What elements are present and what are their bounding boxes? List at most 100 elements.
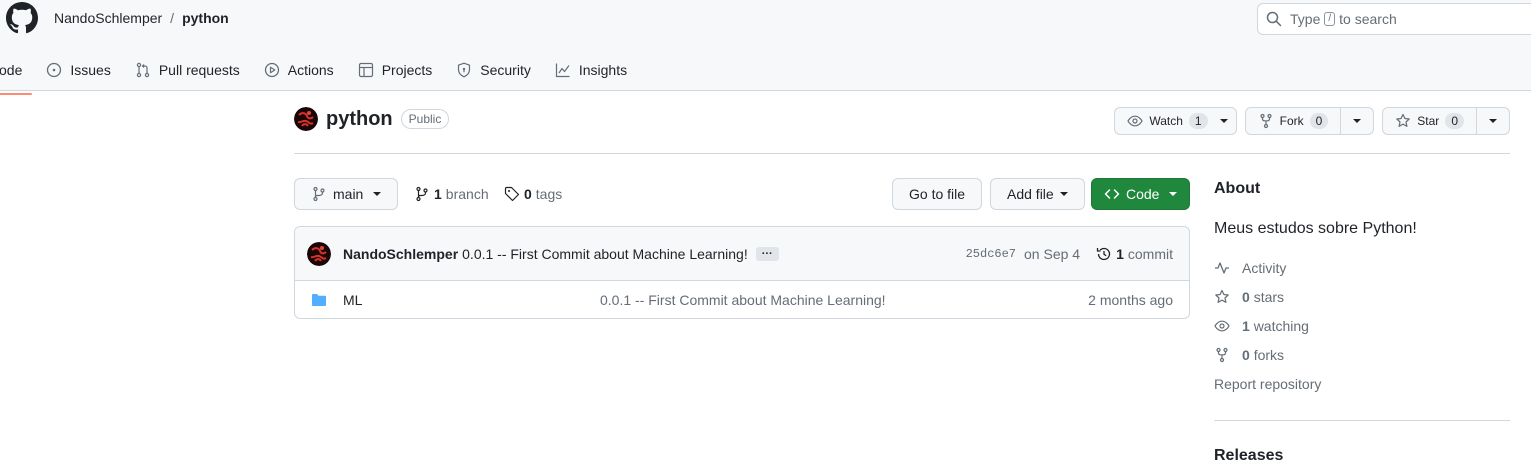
visibility-badge: Public	[400, 109, 450, 129]
forks-label: forks	[1253, 347, 1285, 363]
pulse-icon	[1215, 262, 1229, 274]
star-count: 0	[1445, 113, 1464, 129]
eye-icon	[1127, 115, 1144, 127]
tab-pull-requests[interactable]: Pull requests	[127, 54, 248, 86]
owner-avatar[interactable]	[294, 107, 318, 131]
star-icon	[1215, 289, 1229, 303]
commit-message[interactable]: 0.0.1 -- First Commit about Machine Lear…	[462, 246, 748, 262]
app-header: NandoSchlemper / python Type / to search…	[0, 0, 1531, 95]
chevron-down-icon	[1219, 119, 1228, 123]
commit-date: on Sep 4	[1024, 246, 1081, 262]
code-button[interactable]: Code	[1091, 178, 1191, 210]
tab-insights[interactable]: Insights	[547, 54, 635, 86]
star-icon	[1396, 113, 1411, 127]
tab-label: Actions	[287, 62, 334, 78]
eye-icon	[1214, 320, 1230, 332]
star-label: Star	[1417, 114, 1440, 128]
add-file-label: Add file	[1007, 186, 1054, 202]
branch-icon	[313, 186, 325, 202]
commit-sha[interactable]: 25dc6e7	[966, 247, 1016, 261]
stars-label: stars	[1253, 289, 1285, 305]
tab-code[interactable]: ode	[0, 54, 33, 95]
about-sidebar: About Meus estudos sobre Python! Activit…	[1214, 178, 1510, 465]
table-icon	[358, 62, 373, 78]
about-heading: About	[1214, 180, 1261, 197]
commit-count: 1	[1116, 246, 1124, 262]
add-file-button[interactable]: Add file	[990, 178, 1085, 210]
repo-actions: Watch 1 Fork 0 Star 0	[1114, 107, 1510, 135]
commit-author-avatar[interactable]	[307, 241, 331, 266]
activity-link[interactable]: Activity	[1214, 260, 1510, 276]
star-dropdown[interactable]	[1477, 108, 1509, 134]
tag-count: 0	[524, 186, 532, 202]
star-button[interactable]: Star 0	[1383, 108, 1477, 134]
branch-icon	[416, 186, 428, 202]
go-to-file-button[interactable]: Go to file	[892, 178, 983, 210]
tag-label: tags	[535, 186, 563, 202]
branches-link[interactable]: 1 branch	[414, 178, 489, 210]
commit-count-label: commit	[1127, 246, 1173, 262]
commit-history-link[interactable]: 1 commit	[1096, 246, 1173, 262]
releases-heading[interactable]: Releases	[1214, 447, 1510, 465]
fork-button[interactable]: Fork 0	[1246, 108, 1342, 134]
commit-author[interactable]: NandoSchlemper	[343, 246, 458, 262]
search-shortcut-key: /	[1324, 12, 1336, 26]
tab-label: Projects	[381, 62, 433, 78]
repo-name[interactable]: python	[326, 108, 393, 131]
activity-label: Activity	[1242, 260, 1287, 276]
branch-count: 1	[434, 186, 442, 202]
watch-count: 1	[1188, 113, 1208, 129]
fork-count: 0	[1309, 113, 1329, 129]
watchers-link[interactable]: 1 watching	[1214, 318, 1510, 334]
go-to-file-label: Go to file	[909, 186, 966, 202]
watch-button[interactable]: Watch 1	[1115, 108, 1211, 134]
tab-label: Issues	[70, 62, 111, 78]
repo-title-bar: python Public	[294, 107, 450, 131]
breadcrumb-owner[interactable]: NandoSchlemper	[54, 10, 162, 26]
tab-label: Security	[480, 62, 531, 78]
forks-link[interactable]: 0 forks	[1214, 347, 1510, 363]
stars-link[interactable]: 0 stars	[1214, 289, 1510, 305]
forks-count: 0	[1242, 347, 1250, 363]
pull-request-icon	[136, 62, 150, 78]
file-row[interactable]: ML 0.0.1 -- First Commit about Machine L…	[295, 281, 1189, 318]
chevron-down-icon	[1353, 119, 1362, 123]
fork-icon	[1216, 347, 1228, 363]
tab-actions[interactable]: Actions	[256, 54, 342, 86]
tags-link[interactable]: 0 tags	[504, 178, 562, 210]
code-icon	[1104, 189, 1120, 199]
branch-label: branch	[445, 186, 489, 202]
watch-dropdown[interactable]	[1212, 108, 1236, 134]
github-logo-icon[interactable]	[6, 2, 38, 34]
repo-description: Meus estudos sobre Python!	[1214, 220, 1417, 237]
stars-count: 0	[1242, 289, 1250, 305]
graph-icon	[555, 63, 570, 78]
commit-expand-button[interactable]: ···	[755, 246, 779, 261]
tab-label: ode	[0, 62, 23, 78]
breadcrumb: NandoSchlemper / python	[54, 10, 229, 26]
breadcrumb-repo[interactable]: python	[182, 10, 229, 26]
code-label: Code	[1126, 186, 1160, 202]
chevron-down-icon	[373, 192, 382, 196]
search-input[interactable]: Type / to search	[1257, 3, 1531, 35]
chevron-down-icon	[1169, 192, 1178, 196]
file-commit-message[interactable]: 0.0.1 -- First Commit about Machine Lear…	[600, 292, 886, 308]
watching-label: watching	[1253, 318, 1309, 334]
latest-commit-row: NandoSchlemper 0.0.1 -- First Commit abo…	[295, 227, 1189, 281]
tab-label: Pull requests	[158, 62, 240, 78]
watching-count: 1	[1242, 318, 1250, 334]
fork-dropdown[interactable]	[1341, 108, 1373, 134]
branch-select-button[interactable]: main	[294, 178, 399, 210]
issue-icon	[47, 62, 62, 78]
tab-issues[interactable]: Issues	[38, 54, 118, 86]
fork-label: Fork	[1279, 114, 1304, 128]
file-name[interactable]: ML	[343, 292, 362, 308]
tab-security[interactable]: Security	[448, 54, 539, 86]
tab-projects[interactable]: Projects	[350, 54, 441, 86]
watch-button-group: Watch 1	[1114, 107, 1237, 135]
star-button-group: Star 0	[1382, 107, 1510, 135]
search-prefix: Type	[1290, 11, 1321, 27]
branch-name: main	[333, 186, 364, 202]
fork-button-group: Fork 0	[1244, 107, 1375, 135]
report-repository-link[interactable]: Report repository	[1214, 376, 1510, 392]
